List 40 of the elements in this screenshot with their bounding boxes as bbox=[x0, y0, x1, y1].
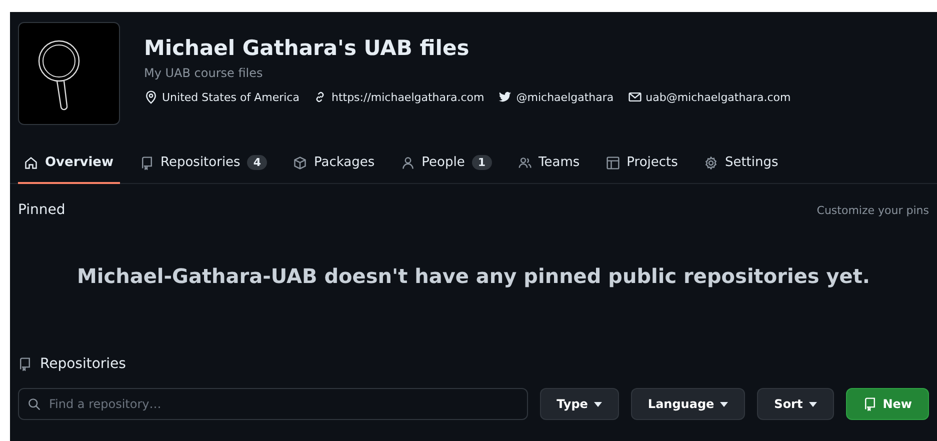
bird-icon bbox=[498, 90, 512, 104]
cube-icon bbox=[293, 156, 307, 170]
nav-tab[interactable]: Packages bbox=[287, 151, 381, 184]
nav-tab[interactable]: Projects bbox=[600, 151, 684, 184]
search-field[interactable]: Find a repository… bbox=[18, 388, 528, 420]
nav-tab[interactable]: People 1 bbox=[394, 151, 498, 184]
gear-icon bbox=[704, 156, 718, 170]
person-icon bbox=[400, 156, 415, 170]
caret-icon bbox=[808, 402, 817, 406]
nav-tab[interactable]: Repositories 4 bbox=[134, 151, 273, 184]
search-icon bbox=[27, 397, 41, 411]
home-icon bbox=[24, 156, 38, 170]
table-icon bbox=[606, 156, 620, 170]
nav-tab[interactable]: Teams bbox=[512, 151, 586, 184]
section-title: Pinned bbox=[18, 202, 66, 218]
org-name: Michael Gathara's UAB files bbox=[144, 36, 470, 60]
section-title: Repositories bbox=[40, 356, 126, 372]
nav-tab[interactable]: Overview bbox=[18, 151, 120, 184]
caret-icon bbox=[594, 402, 602, 406]
caret-icon bbox=[720, 402, 728, 406]
profile-link[interactable]: @michaelgathara bbox=[516, 90, 614, 104]
nav-tab[interactable]: Settings bbox=[698, 151, 784, 184]
customize-link[interactable]: Customize your pins bbox=[816, 204, 929, 216]
location-pin-icon bbox=[144, 90, 158, 104]
profile-link[interactable]: uab@michaelgathara.com bbox=[646, 90, 791, 104]
filter-dropdown[interactable]: Type bbox=[540, 388, 619, 420]
filter-dropdown[interactable]: Sort bbox=[757, 388, 834, 420]
profile-link[interactable]: https://michaelgathara.com bbox=[331, 90, 484, 104]
empty-message: Michael-Gathara-UAB doesn't have any pinned public repositories yet. bbox=[76, 264, 872, 288]
count-badge: 4 bbox=[247, 155, 267, 170]
book-icon bbox=[18, 357, 32, 371]
org-description: My UAB course files bbox=[144, 66, 264, 80]
new-button[interactable]: New bbox=[846, 388, 929, 420]
book-icon bbox=[140, 156, 154, 170]
filter-dropdown[interactable]: Language bbox=[630, 388, 746, 420]
count-badge: 1 bbox=[472, 155, 492, 170]
book-icon bbox=[862, 397, 877, 411]
envelope-icon bbox=[628, 90, 642, 104]
people-icon bbox=[518, 156, 532, 170]
location-text: United States of America bbox=[162, 90, 300, 104]
